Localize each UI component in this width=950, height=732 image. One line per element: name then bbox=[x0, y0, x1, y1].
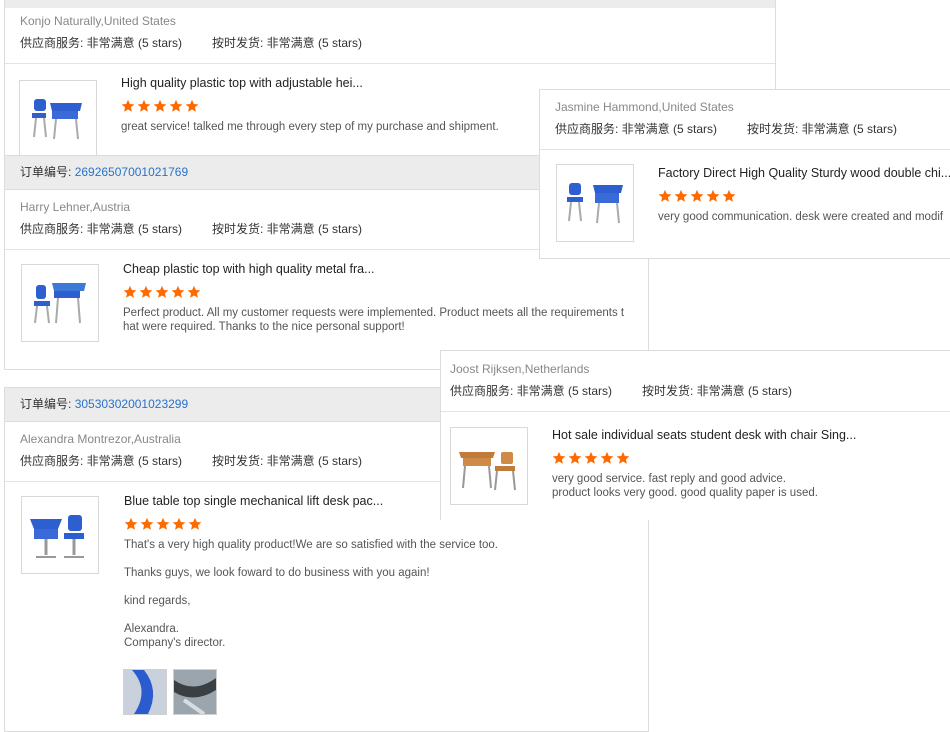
star-icon bbox=[187, 285, 201, 298]
product-info: Cheap plastic top with high quality meta… bbox=[123, 262, 624, 334]
card-top-bar bbox=[5, 0, 775, 8]
review-comment-line: very good service. fast reply and good a… bbox=[552, 473, 786, 485]
star-rating bbox=[123, 285, 624, 299]
product-info: High quality plastic top with adjustable… bbox=[121, 76, 499, 134]
supplier-service-rating: 供应商服务: 非常满意 (5 stars) bbox=[20, 222, 183, 236]
star-icon bbox=[123, 285, 137, 298]
desk-chair-image bbox=[567, 183, 623, 224]
star-icon bbox=[137, 99, 151, 112]
review-comment: great service! talked me through every s… bbox=[121, 121, 499, 133]
star-icon bbox=[600, 451, 614, 464]
review-comment-line: Perfect product. All my customer request… bbox=[123, 307, 625, 319]
shipping-rating: 按时发货: 非常满意 (5 stars) bbox=[212, 222, 363, 236]
shipping-rating: 按时发货: 非常满意 (5 stars) bbox=[212, 454, 363, 468]
star-icon bbox=[690, 189, 704, 202]
rating-summary: 供应商服务: 非常满意 (5 stars) 按时发货: 非常满意 (5 stars… bbox=[5, 34, 775, 51]
review-comment: That's a very high quality product!We ar… bbox=[124, 538, 498, 650]
photo-image bbox=[124, 670, 166, 714]
supplier-service-rating: 供应商服务: 非常满意 (5 stars) bbox=[555, 122, 718, 136]
product-title[interactable]: Hot sale individual seats student desk w… bbox=[552, 428, 856, 442]
review-photos bbox=[123, 669, 223, 720]
product-thumbnail[interactable] bbox=[19, 80, 97, 157]
product-info: Hot sale individual seats student desk w… bbox=[552, 428, 856, 500]
star-icon bbox=[171, 285, 185, 298]
star-icon bbox=[188, 517, 202, 530]
product-thumbnail[interactable] bbox=[21, 496, 99, 574]
order-label: 订单编号: bbox=[20, 165, 72, 179]
star-icon bbox=[674, 189, 688, 202]
star-icon bbox=[156, 517, 170, 530]
order-number-link[interactable]: 30530302001023299 bbox=[75, 397, 188, 411]
supplier-service-rating: 供应商服务: 非常满意 (5 stars) bbox=[20, 36, 183, 50]
review-comment-line: product looks very good. good quality pa… bbox=[552, 487, 818, 499]
star-icon bbox=[552, 451, 566, 464]
product-thumbnail[interactable] bbox=[450, 427, 528, 505]
star-icon bbox=[185, 99, 199, 112]
review-comment-line: Thanks guys, we look foward to do busine… bbox=[124, 567, 430, 579]
star-icon bbox=[169, 99, 183, 112]
rating-summary: 供应商服务: 非常满意 (5 stars) 按时发货: 非常满意 (5 stars… bbox=[441, 382, 950, 399]
desk-chair-image bbox=[30, 515, 84, 558]
photo-image bbox=[174, 670, 216, 714]
review-comment: very good service. fast reply and good a… bbox=[552, 472, 856, 500]
product-info: Factory Direct High Quality Sturdy wood … bbox=[658, 166, 950, 224]
product-title[interactable]: Cheap plastic top with high quality meta… bbox=[123, 262, 624, 276]
product-thumbnail[interactable] bbox=[556, 164, 634, 242]
buyer-name: Jasmine Hammond,United States bbox=[555, 100, 734, 114]
star-rating bbox=[552, 451, 856, 465]
star-icon bbox=[706, 189, 720, 202]
divider bbox=[5, 63, 775, 64]
order-number-link[interactable]: 26926507001021769 bbox=[75, 165, 188, 179]
star-icon bbox=[124, 517, 138, 530]
star-icon bbox=[658, 189, 672, 202]
order-label: 订单编号: bbox=[20, 397, 72, 411]
review-photo[interactable] bbox=[123, 669, 167, 715]
supplier-service-rating: 供应商服务: 非常满意 (5 stars) bbox=[20, 454, 183, 468]
review-comment: very good communication. desk were creat… bbox=[658, 211, 944, 223]
star-icon bbox=[172, 517, 186, 530]
desk-chair-image bbox=[32, 99, 82, 140]
shipping-rating: 按时发货: 非常满意 (5 stars) bbox=[212, 36, 363, 50]
star-icon bbox=[140, 517, 154, 530]
buyer-name: Konjo Naturally,United States bbox=[20, 14, 176, 28]
divider bbox=[540, 149, 950, 150]
star-icon bbox=[568, 451, 582, 464]
star-icon bbox=[155, 285, 169, 298]
review-card-jasmine: Jasmine Hammond,United States 供应商服务: 非常满… bbox=[539, 89, 950, 259]
review-card-joost: Joost Rijksen,Netherlands 供应商服务: 非常满意 (5… bbox=[440, 350, 950, 520]
review-comment-line: Alexandra. bbox=[124, 623, 179, 635]
desk-chair-image bbox=[459, 452, 516, 491]
desk-chair-image bbox=[34, 283, 86, 324]
product-thumbnail[interactable] bbox=[21, 264, 99, 342]
star-icon bbox=[139, 285, 153, 298]
review-comment: Perfect product. All my customer request… bbox=[123, 306, 624, 334]
product-title[interactable]: Factory Direct High Quality Sturdy wood … bbox=[658, 166, 950, 180]
review-comment-line: Company's director. bbox=[124, 637, 226, 649]
product-title[interactable]: High quality plastic top with adjustable… bbox=[121, 76, 499, 90]
rating-summary: 供应商服务: 非常满意 (5 stars) 按时发货: 非常满意 (5 stars… bbox=[540, 120, 950, 137]
review-comment-line: That's a very high quality product!We ar… bbox=[124, 539, 498, 551]
shipping-rating: 按时发货: 非常满意 (5 stars) bbox=[642, 384, 793, 398]
review-comment-line: kind regards, bbox=[124, 595, 191, 607]
star-rating bbox=[658, 189, 950, 203]
divider bbox=[441, 411, 950, 412]
star-icon bbox=[153, 99, 167, 112]
shipping-rating: 按时发货: 非常满意 (5 stars) bbox=[747, 122, 898, 136]
star-icon bbox=[121, 99, 135, 112]
star-icon bbox=[722, 189, 736, 202]
buyer-name: Joost Rijksen,Netherlands bbox=[450, 362, 590, 376]
supplier-service-rating: 供应商服务: 非常满意 (5 stars) bbox=[450, 384, 613, 398]
review-comment-line: hat were required. Thanks to the nice pe… bbox=[123, 321, 405, 333]
review-photo[interactable] bbox=[173, 669, 217, 715]
star-icon bbox=[584, 451, 598, 464]
star-rating bbox=[121, 99, 499, 113]
star-icon bbox=[616, 451, 630, 464]
